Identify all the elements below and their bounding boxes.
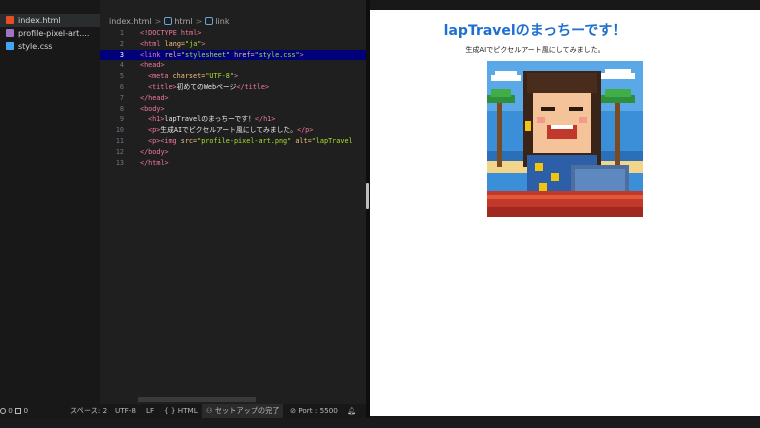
line-number: 13 <box>115 158 124 167</box>
live-preview: lapTravelのまっちーです！ 生成AIでピクセルアート風にしてみました。 <box>370 10 760 416</box>
eol-status[interactable]: LF <box>146 404 154 418</box>
file-name: index.html <box>18 16 61 25</box>
file-item-style-css[interactable]: style.css <box>0 40 100 53</box>
code-lines[interactable]: 1 <!DOCTYPE html> 2 <html lang="ja"> 3 <lin… <box>100 28 366 168</box>
line-number: 9 <box>119 115 124 124</box>
code-line[interactable]: 2 <html lang="ja"> <box>100 39 366 50</box>
code-line-selected[interactable]: 3 <link rel="stylesheet" href="style.css"… <box>100 49 366 61</box>
no-entry-icon: ⊘ <box>290 406 297 415</box>
copilot-icon: ⚇ <box>206 406 213 415</box>
code-line[interactable]: 6 <title>初めてのWebページ</title> <box>100 82 366 93</box>
setup-complete-button[interactable]: ⚇ セットアップの完了 <box>202 404 284 418</box>
file-item-index-html[interactable]: index.html <box>0 14 100 27</box>
line-number: 3 <box>119 50 124 59</box>
breadcrumb-separator: > <box>195 16 203 26</box>
file-item-profile-pixel-art[interactable]: profile-pixel-art.... <box>0 27 100 40</box>
notifications-bell-icon[interactable]: 🔔︎ <box>347 404 356 418</box>
line-number: 4 <box>119 61 124 70</box>
line-number: 1 <box>119 29 124 37</box>
code-line[interactable]: 10 <p>生成AIでピクセルアート風にしてみました。</p> <box>100 125 366 136</box>
code-line[interactable]: 13 </html> <box>100 158 366 169</box>
breadcrumb-separator: > <box>154 16 162 26</box>
line-number: 11 <box>115 136 124 145</box>
line-number: 5 <box>119 72 124 81</box>
profile-pixel-art-image <box>487 61 643 217</box>
file-explorer: index.html profile-pixel-art.... style.c… <box>0 0 100 404</box>
code-line[interactable]: 11 <p><img src="profile-pixel-art.png" al… <box>100 136 366 147</box>
line-number: 8 <box>119 104 124 113</box>
pane-resize-handle[interactable] <box>366 183 369 209</box>
code-line[interactable]: 9 <h1>lapTravelのまっちーです！</h1> <box>100 114 366 125</box>
breadcrumb: index.html > html > link <box>100 0 366 28</box>
code-editor[interactable]: index.html > html > link 1 <!DOCTYPE html… <box>100 0 366 404</box>
code-line[interactable]: 5 <meta charset="UTF-8"> <box>100 71 366 82</box>
breadcrumb-html[interactable]: html <box>164 16 193 26</box>
code-line[interactable]: 12 </body> <box>100 147 366 158</box>
code-line[interactable]: 4 <head> <box>100 60 366 71</box>
warning-icon <box>15 408 22 414</box>
error-icon <box>0 408 6 414</box>
horizontal-scrollbar[interactable] <box>138 397 256 402</box>
line-number: 2 <box>119 39 124 48</box>
file-name: profile-pixel-art.... <box>18 29 90 38</box>
language-mode[interactable]: { } HTML <box>164 404 198 418</box>
css-file-icon <box>6 42 14 50</box>
bottom-edge <box>0 418 760 428</box>
code-line[interactable]: 1 <!DOCTYPE html> <box>100 28 366 39</box>
line-number: 12 <box>115 147 124 156</box>
indentation-status[interactable]: スペース: 2 <box>70 404 107 418</box>
encoding-status[interactable]: UTF-8 <box>115 404 136 418</box>
html-file-icon <box>6 16 14 24</box>
element-cube-icon <box>205 16 214 25</box>
preview-heading: lapTravelのまっちーです！ <box>443 23 627 39</box>
preview-paragraph: 生成AIでピクセルアート風にしてみました。 <box>465 46 605 54</box>
code-line[interactable]: 7 </head> <box>100 93 366 104</box>
braces-icon: { } <box>164 406 176 415</box>
breadcrumb-link[interactable]: link <box>205 16 229 26</box>
element-cube-icon <box>164 16 173 25</box>
live-server-port[interactable]: ⊘ Port : 5500 <box>290 404 338 418</box>
breadcrumb-file[interactable]: index.html <box>109 17 152 26</box>
line-number: 10 <box>115 126 124 135</box>
line-number: 7 <box>119 93 124 102</box>
code-line[interactable]: 8 <body> <box>100 104 366 115</box>
problems-indicator[interactable]: 0 0 <box>0 404 28 418</box>
line-number: 6 <box>119 82 124 91</box>
file-name: style.css <box>18 42 53 51</box>
image-file-icon <box>6 29 14 37</box>
status-bar: 0 0 スペース: 2 UTF-8 LF { } HTML ⚇ セットアップの完… <box>0 404 366 418</box>
